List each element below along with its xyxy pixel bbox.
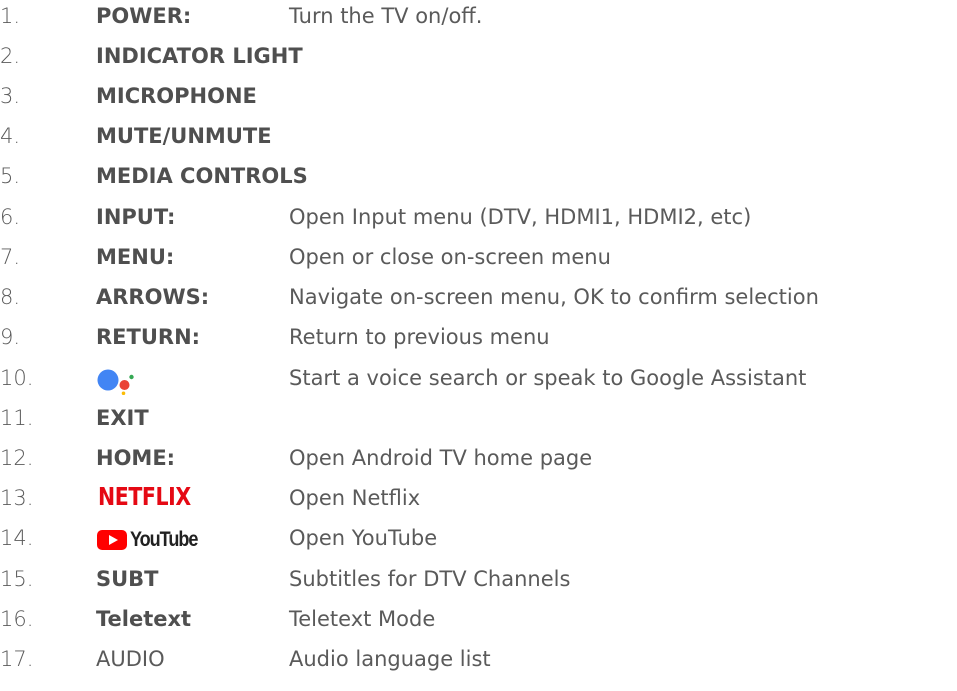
- item-number: 12.: [0, 446, 34, 470]
- item-label: EXIT: [96, 406, 149, 430]
- item-number: 2.: [0, 44, 21, 68]
- item-number: 17.: [0, 647, 34, 671]
- list-item: 16. Teletext Teletext Mode: [0, 603, 957, 641]
- item-label: INPUT:: [96, 205, 176, 229]
- list-item: 7. MENU: Open or close on-screen menu: [0, 241, 957, 279]
- youtube-play-icon: [97, 530, 127, 550]
- item-description: Open Netflix: [289, 486, 421, 510]
- item-description: Return to previous menu: [289, 325, 550, 349]
- youtube-wordmark: YouTube: [130, 528, 198, 551]
- item-number: 11.: [0, 406, 34, 430]
- list-item: 6. INPUT: Open Input menu (DTV, HDMI1, H…: [0, 201, 957, 239]
- list-item: 10. Start a voice search or speak to Goo…: [0, 362, 957, 400]
- item-number: 8.: [0, 285, 21, 309]
- item-label: AUDIO: [96, 647, 165, 671]
- item-number: 15.: [0, 567, 34, 591]
- item-number: 1.: [0, 4, 21, 28]
- list-item: 11. EXIT: [0, 402, 957, 440]
- item-label: INDICATOR LIGHT: [96, 44, 303, 68]
- item-description: Open YouTube: [289, 526, 438, 550]
- assistant-green-dot: [129, 374, 134, 380]
- item-label: HOME:: [96, 446, 176, 470]
- item-label: MUTE/UNMUTE: [96, 124, 272, 148]
- item-description: Teletext Mode: [289, 607, 436, 631]
- google-assistant-icon: [97, 369, 134, 395]
- list-item: 17. AUDIO Audio language list: [0, 643, 957, 681]
- item-number: 7.: [0, 245, 21, 269]
- item-number: 6.: [0, 205, 21, 229]
- item-description: Audio language list: [289, 647, 491, 671]
- item-description: Open Android TV home page: [289, 446, 593, 470]
- item-number: 9.: [0, 325, 21, 349]
- list-item: 3. MICROPHONE: [0, 80, 957, 118]
- item-number: 16.: [0, 607, 34, 631]
- netflix-logo: NETFLIX: [98, 482, 191, 511]
- list-item: 5. MEDIA CONTROLS: [0, 160, 957, 198]
- item-number: 10.: [0, 366, 34, 390]
- list-item: 15. SUBT Subtitles for DTV Channels: [0, 563, 957, 601]
- item-label: SUBT: [96, 567, 159, 591]
- item-label: MENU:: [96, 245, 175, 269]
- list-item: 2. INDICATOR LIGHT: [0, 40, 957, 78]
- item-number: 14.: [0, 526, 34, 550]
- item-description: Navigate on-screen menu, OK to confirm s…: [289, 285, 819, 309]
- list-item: 1. POWER: Turn the TV on/off.: [0, 0, 957, 38]
- item-number: 13.: [0, 486, 34, 510]
- list-item: 14. YouTube Open YouTube: [0, 522, 957, 560]
- item-label: Teletext: [96, 607, 192, 631]
- item-description: Subtitles for DTV Channels: [289, 567, 571, 591]
- item-number: 3.: [0, 84, 21, 108]
- assistant-blue-dot: [97, 369, 119, 391]
- item-label: POWER:: [96, 4, 192, 28]
- item-description: Turn the TV on/off.: [289, 4, 483, 28]
- assistant-yellow-dot: [121, 391, 126, 395]
- list-item: 9. RETURN: Return to previous menu: [0, 321, 957, 359]
- item-number: 5.: [0, 164, 21, 188]
- list-item: 8. ARROWS: Navigate on-screen menu, OK t…: [0, 281, 957, 319]
- item-label: MEDIA CONTROLS: [96, 164, 308, 188]
- list-item: 13. NETFLIX Open Netflix: [0, 482, 957, 520]
- youtube-logo: YouTube: [97, 527, 208, 553]
- item-description: Start a voice search or speak to Google …: [289, 366, 807, 390]
- list-item: 4. MUTE/UNMUTE: [0, 120, 957, 158]
- item-label: MICROPHONE: [96, 84, 257, 108]
- item-label: ARROWS:: [96, 285, 210, 309]
- item-number: 4.: [0, 124, 21, 148]
- list-item: 12. HOME: Open Android TV home page: [0, 442, 957, 480]
- assistant-red-dot: [119, 380, 130, 390]
- item-description: Open Input menu (DTV, HDMI1, HDMI2, etc): [289, 205, 752, 229]
- item-label: RETURN:: [96, 325, 201, 349]
- item-description: Open or close on-screen menu: [289, 245, 611, 269]
